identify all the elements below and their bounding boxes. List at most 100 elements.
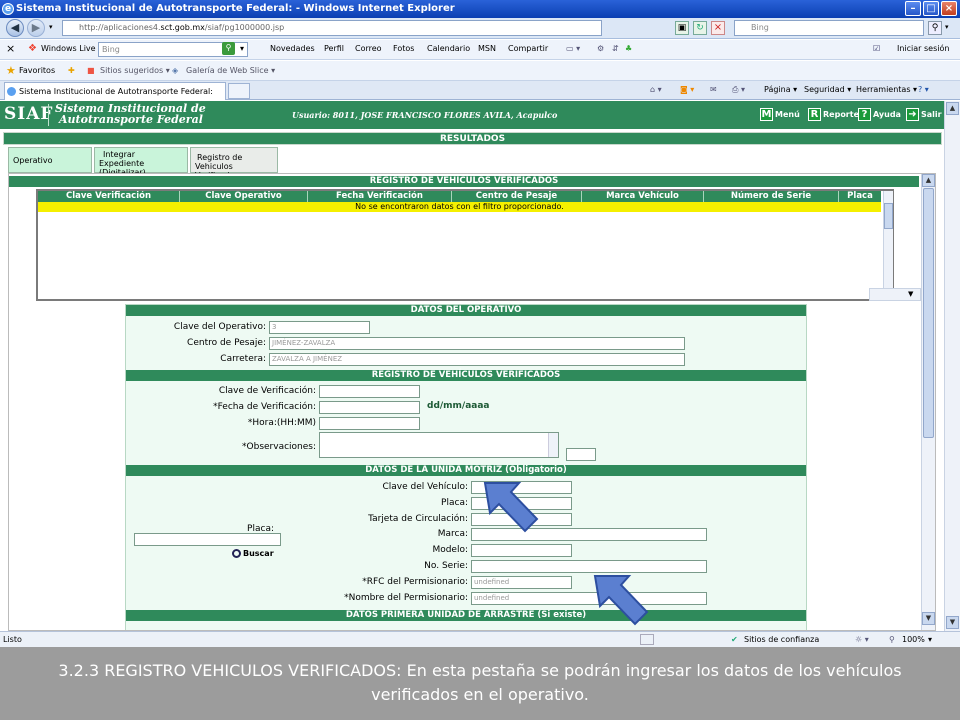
carretera-field[interactable]: ZAVALZA A JIMÉNEZ <box>269 353 685 366</box>
favorites-star-icon[interactable]: ★ <box>6 61 16 80</box>
wl-link-perfil[interactable]: Perfil <box>324 40 344 58</box>
browser-tab-current[interactable]: Sistema Institucional de Autotransporte … <box>4 82 226 100</box>
zoom-dropdown-icon[interactable]: ▾ <box>928 632 932 647</box>
search-options-icon[interactable]: ▾ <box>945 23 949 31</box>
page-menu[interactable]: Página ▾ <box>764 81 797 99</box>
tab-operativo[interactable]: Operativo <box>8 147 92 173</box>
browser-scroll-down-icon[interactable]: ▼ <box>946 616 959 629</box>
suggested-sites-icon[interactable]: ■ <box>87 61 95 80</box>
menu-button[interactable]: M Menú <box>760 108 800 122</box>
stop-icon[interactable]: × <box>711 21 725 35</box>
home-icon[interactable]: ⌂ ▾ <box>650 81 662 99</box>
wl-share-icon[interactable]: ⇵ <box>612 40 619 58</box>
wl-bookmark-icon[interactable]: ♣ <box>625 40 632 58</box>
hora-input[interactable] <box>319 417 420 430</box>
window-title-bar: e Sistema Institucional de Autotransport… <box>0 0 960 18</box>
protected-mode-icon[interactable]: ☼ ▾ <box>855 632 869 647</box>
wl-link-fotos[interactable]: Fotos <box>393 40 414 58</box>
url-input[interactable]: http://aplicaciones4.sct.gob.mx/siaf/pg1… <box>62 20 602 36</box>
add-favorite-icon[interactable]: ✚ <box>68 61 75 80</box>
col-clave-operativo[interactable]: Clave Operativo <box>180 191 308 202</box>
fecha-verificacion-input[interactable] <box>319 401 420 414</box>
grid-h-scrollbar[interactable]: ▼ <box>869 288 921 301</box>
wl-link-msn[interactable]: MSN <box>478 40 496 58</box>
resultados-bar: RESULTADOS <box>3 132 942 145</box>
browser-search-input[interactable]: Bing <box>734 20 924 36</box>
windows-live-label[interactable]: Windows Live <box>41 40 96 58</box>
refresh-icon[interactable]: ↻ <box>693 21 707 35</box>
zoom-level[interactable]: 100% <box>902 632 925 647</box>
page-scrollbar[interactable]: ▲ ▼ <box>921 174 935 630</box>
scroll-up-icon[interactable]: ▲ <box>922 174 935 187</box>
salir-button[interactable]: ➜ Salir <box>906 108 942 122</box>
browser-scroll-up-icon[interactable]: ▲ <box>946 102 959 115</box>
feeds-icon[interactable]: ◙ ▾ <box>680 81 694 99</box>
wl-link-calendario[interactable]: Calendario <box>427 40 470 58</box>
wl-link-correo[interactable]: Correo <box>355 40 382 58</box>
wl-search-options-icon[interactable]: ▾ <box>240 40 244 58</box>
windows-live-search-button[interactable]: ⚲ <box>222 42 235 55</box>
fecha-verificacion-label: *Fecha de Verificación: <box>213 402 316 412</box>
favorites-button[interactable]: Favoritos <box>19 61 55 80</box>
print-icon[interactable]: ⎙ ▾ <box>732 81 745 99</box>
tab-registro-vehiculos[interactable]: Registro de Vehiculos Verificados <box>190 147 278 180</box>
col-numero-serie[interactable]: Número de Serie <box>704 191 839 202</box>
help-icon[interactable]: ? ▾ <box>918 81 929 99</box>
clave-operativo-field[interactable]: 3 <box>269 321 370 334</box>
webslice-icon[interactable]: ◈ <box>172 61 178 80</box>
maximize-button[interactable]: □ <box>923 1 939 16</box>
security-menu[interactable]: Seguridad ▾ <box>804 81 851 99</box>
results-frame: REGISTRO DE VEHÍCULOS VERIFICADOS Clave … <box>8 173 936 631</box>
compat-view-icon[interactable]: ▣ <box>675 21 689 35</box>
col-fecha-verificacion[interactable]: Fecha Verificación <box>308 191 452 202</box>
history-dropdown-icon[interactable]: ▾ <box>49 23 53 31</box>
modelo-input[interactable] <box>471 544 572 557</box>
observaciones-scrollbar[interactable] <box>548 433 558 457</box>
signin-link[interactable]: Iniciar sesión <box>897 40 949 58</box>
webslice-gallery-link[interactable]: Galería de Web Slice ▾ <box>186 61 275 80</box>
grid-scroll-thumb[interactable] <box>884 203 893 229</box>
rfc-permisionario-input[interactable]: undefined <box>471 576 572 589</box>
menu-icon: M <box>760 108 773 121</box>
clave-verificacion-input[interactable] <box>319 385 420 398</box>
close-window-button[interactable]: × <box>941 1 957 16</box>
page-scroll-thumb[interactable] <box>923 188 934 438</box>
centro-pesaje-field[interactable]: JIMÉNEZ-ZAVALZA <box>269 337 685 350</box>
wl-link-novedades[interactable]: Novedades <box>270 40 315 58</box>
search-icon[interactable]: ⚲ <box>928 21 942 35</box>
wl-tools-icon[interactable]: ▭ ▾ <box>566 40 580 58</box>
reporte-button[interactable]: R Reporte <box>808 108 859 122</box>
col-centro-pesaje[interactable]: Centro de Pesaje <box>452 191 582 202</box>
suggested-sites-link[interactable]: Sitios sugeridos ▾ <box>100 61 170 80</box>
no-serie-label: No. Serie: <box>424 561 468 571</box>
forward-button[interactable]: ▶ <box>27 19 45 37</box>
col-placa[interactable]: Placa <box>839 191 881 202</box>
wl-link-compartir[interactable]: Compartir <box>508 40 548 58</box>
mail-icon[interactable]: ✉ <box>710 81 717 99</box>
browser-scrollbar[interactable]: ▲ ▼ <box>944 101 960 631</box>
minimize-button[interactable]: – <box>905 1 921 16</box>
observaciones-textarea[interactable] <box>319 432 559 458</box>
back-button[interactable]: ◀ <box>6 19 24 37</box>
new-tab-button[interactable] <box>228 83 250 99</box>
toolbar-close-icon[interactable]: × <box>6 40 15 58</box>
placa-search-input[interactable] <box>134 533 281 546</box>
page-content: SIAF Sistema Institucional de Autotransp… <box>0 101 944 631</box>
tab-integrar-expediente[interactable]: Integrar Expediente (Digitalizar) <box>94 147 188 177</box>
buscar-button[interactable]: Buscar <box>232 549 274 558</box>
tools-menu[interactable]: Herramientas ▾ <box>856 81 917 99</box>
status-panel-icon <box>640 634 654 645</box>
ayuda-button[interactable]: ? Ayuda <box>858 108 901 122</box>
wl-settings-icon[interactable]: ⚙ <box>597 40 604 58</box>
col-clave-verificacion[interactable]: Clave Verificación <box>38 191 180 202</box>
zoom-icon[interactable]: ⚲ <box>889 632 895 647</box>
signin-icon[interactable]: ☑ <box>873 40 880 58</box>
scroll-down-icon[interactable]: ▼ <box>922 612 935 625</box>
carretera-label: Carretera: <box>220 354 266 364</box>
siaf-logo: SIAF <box>4 104 54 124</box>
grid-scroll-down-icon[interactable]: ▼ <box>908 289 913 300</box>
security-zone[interactable]: Sitios de confianza <box>744 632 819 647</box>
grid-scrollbar[interactable] <box>883 191 893 299</box>
col-marca-vehiculo[interactable]: Marca Vehículo <box>582 191 704 202</box>
pointer-arrow-icon <box>483 482 539 533</box>
